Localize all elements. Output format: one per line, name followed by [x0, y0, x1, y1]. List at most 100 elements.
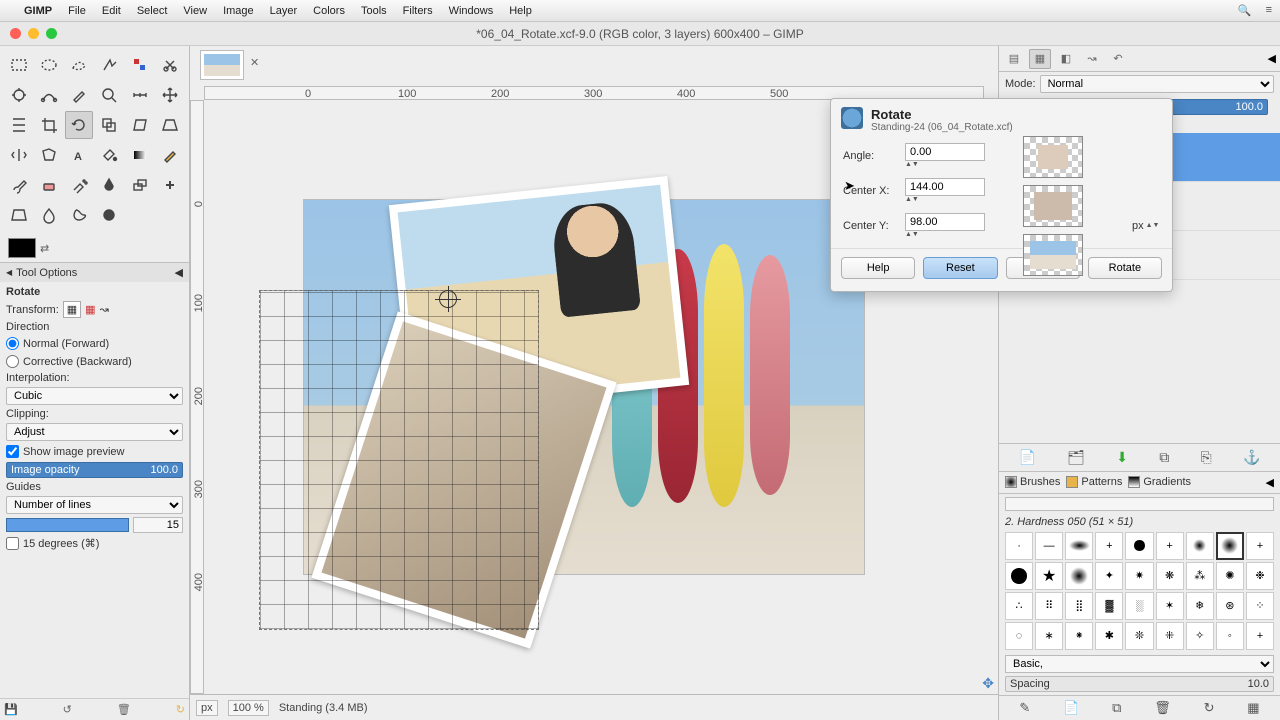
unit-selector[interactable]: px: [196, 700, 218, 716]
brush-item[interactable]: ⁜: [1156, 622, 1184, 650]
brush-item[interactable]: ◌: [1005, 622, 1033, 650]
spotlight-icon[interactable]: 🔍: [1238, 4, 1252, 17]
help-button[interactable]: Help: [841, 257, 915, 279]
brush-item[interactable]: ∗: [1035, 622, 1063, 650]
rotate-transform-grid[interactable]: [259, 290, 539, 630]
tool-paintbrush[interactable]: [5, 171, 33, 199]
swap-colors-icon[interactable]: ⇄: [40, 242, 49, 255]
brush-item[interactable]: ✷: [1125, 562, 1153, 590]
brush-item[interactable]: ⁕: [1065, 622, 1093, 650]
tool-shear[interactable]: [126, 111, 154, 139]
brush-panel-menu-icon[interactable]: ◀: [1266, 476, 1274, 489]
tool-flip[interactable]: [5, 141, 33, 169]
brush-item[interactable]: ★: [1035, 562, 1063, 590]
brush-item[interactable]: [1065, 562, 1093, 590]
center-x-input[interactable]: [905, 178, 985, 196]
brush-item[interactable]: [1186, 532, 1214, 560]
tool-airbrush[interactable]: [65, 171, 93, 199]
delete-preset-icon[interactable]: 🗑: [117, 703, 131, 716]
brush-item[interactable]: —: [1035, 532, 1063, 560]
guides-count-input[interactable]: [133, 517, 183, 533]
tool-scale[interactable]: [95, 111, 123, 139]
show-preview-checkbox[interactable]: Show image preview: [6, 445, 183, 458]
brush-item[interactable]: ✶: [1156, 592, 1184, 620]
tool-fuzzy-select[interactable]: [95, 51, 123, 79]
tab-paths[interactable]: ↝: [1081, 49, 1103, 69]
refresh-brushes-icon[interactable]: ↻: [1204, 700, 1215, 716]
brush-preset-select[interactable]: Basic,: [1005, 655, 1274, 673]
menu-file[interactable]: File: [68, 5, 86, 17]
brush-item[interactable]: ❊: [1125, 622, 1153, 650]
tab-channels[interactable]: ◧: [1055, 49, 1077, 69]
navigate-icon[interactable]: ✥: [982, 675, 994, 692]
tool-dodge[interactable]: [95, 201, 123, 229]
tool-color-picker[interactable]: [65, 81, 93, 109]
brush-item[interactable]: +: [1246, 532, 1274, 560]
spacing-slider[interactable]: Spacing 10.0: [1005, 676, 1274, 692]
brush-item[interactable]: ✱: [1095, 622, 1123, 650]
tab-undo[interactable]: ↶: [1107, 49, 1129, 69]
unit-select[interactable]: px: [1132, 220, 1144, 232]
tool-ink[interactable]: [95, 171, 123, 199]
dock-menu-icon[interactable]: ◀: [175, 266, 183, 279]
menu-colors[interactable]: Colors: [313, 5, 345, 17]
reset-button[interactable]: Reset: [923, 257, 997, 279]
tool-by-color-select[interactable]: [126, 51, 154, 79]
menu-view[interactable]: View: [183, 5, 207, 17]
guides-slider[interactable]: [6, 518, 129, 532]
reset-preset-icon[interactable]: ↻: [176, 703, 185, 716]
brush-item[interactable]: [1125, 532, 1153, 560]
menu-extras-icon[interactable]: ≡: [1266, 4, 1272, 17]
brush-filter-input[interactable]: [1005, 497, 1274, 511]
brush-item[interactable]: ✺: [1216, 562, 1244, 590]
menu-layer[interactable]: Layer: [270, 5, 298, 17]
brush-item[interactable]: ·: [1005, 532, 1033, 560]
tool-free-select[interactable]: [65, 51, 93, 79]
lower-layer-icon[interactable]: ⧉: [1159, 449, 1169, 466]
transform-target-path[interactable]: ↝: [100, 303, 109, 316]
tool-foreground-select[interactable]: [5, 81, 33, 109]
brush-item[interactable]: +: [1156, 532, 1184, 560]
tool-align[interactable]: [5, 111, 33, 139]
menu-edit[interactable]: Edit: [102, 5, 121, 17]
tool-pencil[interactable]: [156, 141, 184, 169]
delete-brush-icon[interactable]: 🗑: [1154, 700, 1171, 716]
brush-item[interactable]: +: [1246, 622, 1274, 650]
brush-item[interactable]: ◦: [1216, 622, 1244, 650]
close-tab-icon[interactable]: ✕: [250, 56, 259, 69]
raise-layer-icon[interactable]: ⬇: [1116, 449, 1128, 466]
tool-heal[interactable]: [156, 171, 184, 199]
restore-preset-icon[interactable]: ↺: [63, 703, 72, 716]
tool-rect-select[interactable]: [5, 51, 33, 79]
document-tab[interactable]: [200, 50, 244, 80]
brush-item[interactable]: +: [1095, 532, 1123, 560]
save-preset-icon[interactable]: 💾: [4, 703, 18, 716]
brush-item[interactable]: ✦: [1095, 562, 1123, 590]
tool-text[interactable]: A: [65, 141, 93, 169]
brush-item[interactable]: ▓: [1095, 592, 1123, 620]
tool-zoom[interactable]: [95, 81, 123, 109]
direction-normal[interactable]: Normal (Forward): [6, 337, 183, 350]
brush-item[interactable]: ⁂: [1186, 562, 1214, 590]
menu-help[interactable]: Help: [509, 5, 532, 17]
app-name[interactable]: GIMP: [24, 5, 52, 17]
mode-select[interactable]: Normal: [1040, 75, 1274, 93]
zoom-selector[interactable]: 100 %: [228, 700, 269, 716]
menu-windows[interactable]: Windows: [449, 5, 494, 17]
transform-target-selection[interactable]: ▦: [85, 303, 95, 316]
tool-scissors[interactable]: [156, 51, 184, 79]
tab-layers-alt[interactable]: ▤: [1003, 49, 1025, 69]
tool-crop[interactable]: [35, 111, 63, 139]
brush-item[interactable]: [1005, 562, 1033, 590]
tool-ellipse-select[interactable]: [35, 51, 63, 79]
image-opacity-slider[interactable]: Image opacity 100.0: [6, 462, 183, 478]
tab-patterns[interactable]: Patterns: [1066, 476, 1122, 488]
angle-input[interactable]: [905, 143, 985, 161]
panel-menu-icon[interactable]: ◀: [1268, 52, 1276, 65]
fg-bg-swatch[interactable]: [8, 238, 36, 258]
tool-clone[interactable]: [126, 171, 154, 199]
brush-item[interactable]: ⣿: [1065, 592, 1093, 620]
clipping-select[interactable]: Adjust: [6, 423, 183, 441]
tool-bucket[interactable]: [95, 141, 123, 169]
new-brush-icon[interactable]: 📄: [1063, 700, 1079, 716]
